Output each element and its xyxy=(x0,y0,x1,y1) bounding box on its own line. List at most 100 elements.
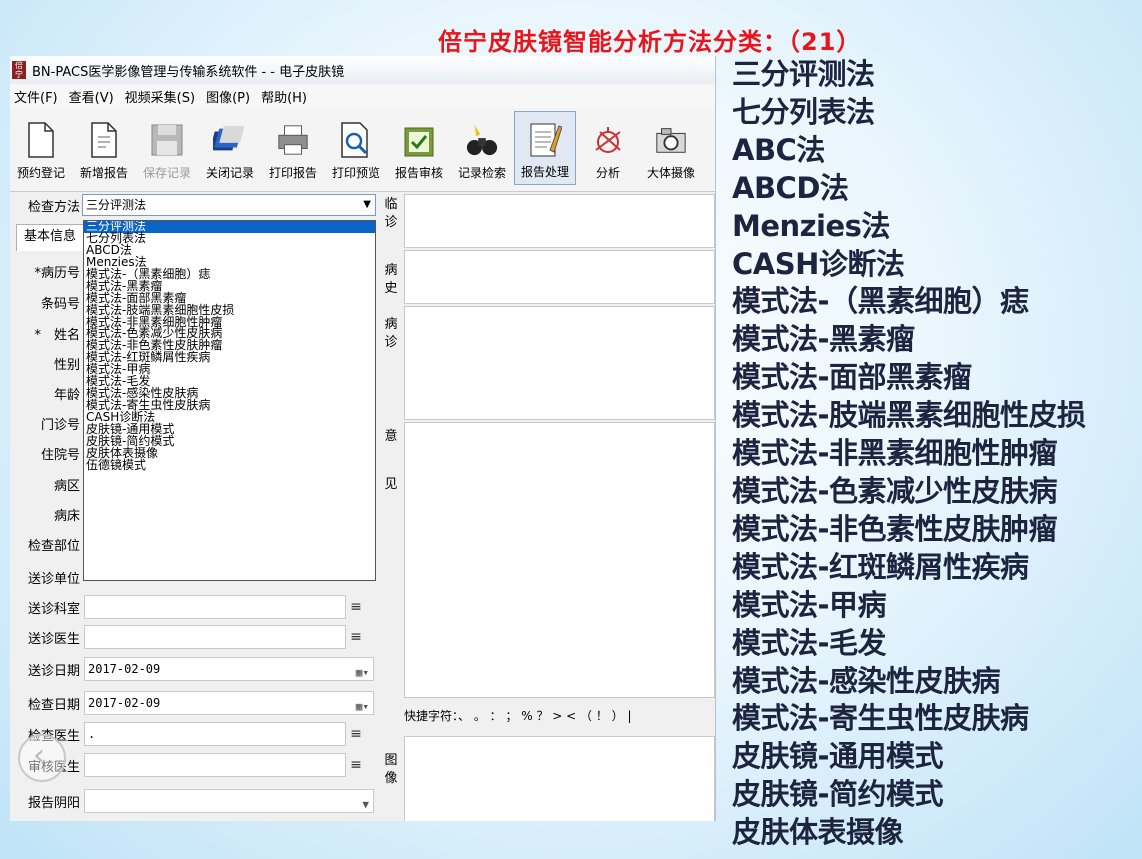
nav-back-button[interactable] xyxy=(18,734,66,782)
field-label: 送诊单位 xyxy=(27,571,80,587)
exam-method-row: 检查方法 xyxy=(10,192,84,218)
list-picker-icon[interactable]: ≡ xyxy=(346,757,366,773)
toolbar-button-label: 保存记录 xyxy=(142,166,191,180)
field-label: * 姓名 xyxy=(34,327,80,343)
toolbar-button[interactable]: 报告处理 xyxy=(514,111,576,185)
toolbar-button[interactable]: 新增报告 xyxy=(73,111,135,185)
method-item: 模式法-非色素性皮肤肿瘤 xyxy=(732,511,1058,546)
field-row-exam-date: 检查日期 2017-02-09 ▦▾ xyxy=(10,690,374,716)
clinical-label: 临诊 xyxy=(384,197,398,230)
report-pane: 临诊 病史 病诊 意 见 快捷字符：、 。 ： ； % ？ > < （ ！ ） … xyxy=(382,192,715,821)
toolbar-button-label: 关闭记录 xyxy=(205,166,254,180)
field-row-exam-part: 检查部位 xyxy=(10,531,84,557)
toolbar-button[interactable]: 分析 xyxy=(577,111,639,185)
dropdown-arrow-icon[interactable]: ▼ xyxy=(362,794,369,816)
notepad-pencil-icon xyxy=(528,119,562,159)
method-item: 模式法-红斑鳞屑性疾病 xyxy=(732,549,1029,584)
send-doctor-field[interactable] xyxy=(84,625,346,649)
method-item: 模式法-色素减少性皮肤病 xyxy=(732,473,1058,508)
method-item: Menzies法 xyxy=(732,208,890,243)
field-label: 报告阴阳 xyxy=(27,795,80,811)
toolbar-button[interactable]: 记录检索 xyxy=(451,111,513,185)
toolbar: 预约登记 新增报告 保存记录 关闭记录 打印报告 打印预览 报告审核 记录检索 报告处理 分析 大体… xyxy=(10,108,715,192)
menu-item[interactable]: 视频采集(S) xyxy=(121,87,202,106)
list-picker-icon[interactable]: ≡ xyxy=(346,629,366,645)
report-result-field[interactable]: ▼ xyxy=(84,789,374,813)
toolbar-button-label: 记录检索 xyxy=(457,166,506,180)
field-row-send-date: 送诊日期 2017-02-09 ▦▾ xyxy=(10,656,374,682)
exam-method-value: 三分评测法 xyxy=(86,198,147,212)
method-item: 模式法-寄生虫性皮肤病 xyxy=(732,701,1029,736)
dropdown-arrow-icon[interactable]: ▼ xyxy=(363,195,371,215)
binoculars-icon xyxy=(465,120,499,160)
field-row-report-result: 报告阴阳 ▼ xyxy=(10,788,374,814)
close-books-icon xyxy=(213,120,247,160)
image-label: 图像 xyxy=(384,753,398,786)
dropdown-option[interactable]: 伍德镜模式 xyxy=(84,459,375,472)
method-item: ABCD法 xyxy=(732,170,849,205)
method-item: 模式法-黑素瘤 xyxy=(732,322,915,357)
toolbar-button[interactable]: 关闭记录 xyxy=(199,111,261,185)
list-picker-icon[interactable]: ≡ xyxy=(346,599,366,615)
exam-doctor-field[interactable]: . xyxy=(84,722,346,746)
field-row-send-dept: 送诊科室 ≡ xyxy=(10,594,366,620)
review-doctor-field[interactable] xyxy=(84,753,346,777)
history-textarea[interactable] xyxy=(404,250,715,304)
list-picker-icon[interactable]: ≡ xyxy=(346,726,366,742)
toolbar-button[interactable]: 大体摄像 xyxy=(640,111,702,185)
diagnosis-textarea[interactable] xyxy=(404,306,715,420)
slide-title: 倍宁皮肤镜智能分析方法分类：（21） xyxy=(438,28,862,56)
toolbar-button-label: 大体摄像 xyxy=(646,166,695,180)
menu-item[interactable]: 图像(P) xyxy=(202,87,257,106)
shortcut-chars[interactable]: 快捷字符：、 。 ： ； % ？ > < （ ！ ） | xyxy=(404,707,632,724)
toolbar-button-label: 打印预览 xyxy=(331,166,380,180)
menu-item[interactable]: 文件(F) xyxy=(10,87,65,106)
toolbar-button-label: 预约登记 xyxy=(16,166,65,180)
title-bar: 倍宁医学 BN-PACS医学影像管理与传输系统软件 - - 电子皮肤镜 xyxy=(10,56,715,84)
field-label: 性别 xyxy=(53,357,80,373)
field-label: 送诊科室 xyxy=(27,601,80,617)
opinion-textarea[interactable] xyxy=(404,422,715,698)
field-label: 送诊日期 xyxy=(27,663,80,679)
toolbar-button-label: 打印报告 xyxy=(268,166,317,180)
toolbar-button[interactable]: 打印报告 xyxy=(262,111,324,185)
field-row-age: 年龄 xyxy=(10,380,84,406)
calendar-icon[interactable]: ▦▾ xyxy=(356,696,369,718)
field-row-send-doctor: 送诊医生 ≡ xyxy=(10,624,366,650)
field-label: 年龄 xyxy=(53,387,80,403)
toolbar-button[interactable]: 打印预览 xyxy=(325,111,387,185)
method-item: 三分评测法 xyxy=(732,57,875,91)
exam-method-select[interactable]: 三分评测法 ▼ xyxy=(82,194,376,216)
field-label: 检查日期 xyxy=(27,697,80,713)
toolbar-button[interactable]: 报告审核 xyxy=(388,111,450,185)
menu-item[interactable]: 帮助(H) xyxy=(257,87,314,106)
field-label: 送诊医生 xyxy=(27,631,80,647)
image-area[interactable] xyxy=(404,736,715,821)
exam-method-dropdown: 三分评测法 七分列表法 ABCD法 Menzies法 模式法-（黑素细胞）痣 模式法-黑素… xyxy=(83,220,376,581)
diagnosis-label: 病诊 xyxy=(384,317,398,350)
toolbar-button[interactable]: 保存记录 xyxy=(136,111,198,185)
method-item: CASH诊断法 xyxy=(732,246,905,281)
toolbar-button[interactable]: 预约登记 xyxy=(10,111,72,185)
blank-page-icon xyxy=(24,120,58,160)
send-date-field[interactable]: 2017-02-09 ▦▾ xyxy=(84,657,374,681)
toolbar-button-label: 报告审核 xyxy=(394,166,443,180)
menu-item[interactable]: 查看(V) xyxy=(65,87,121,106)
field-row-clinic-no: 门诊号 xyxy=(10,410,84,436)
field-label: 检查部位 xyxy=(27,538,80,554)
tab-basic-info[interactable]: 基本信息 xyxy=(16,224,84,251)
analysis-icon xyxy=(591,120,625,160)
exam-date-field[interactable]: 2017-02-09 ▦▾ xyxy=(84,691,374,715)
method-item: 皮肤镜-简约模式 xyxy=(732,777,944,812)
magnifier-page-icon xyxy=(339,120,373,160)
send-dept-field[interactable] xyxy=(84,595,346,619)
field-value: 2017-02-09 xyxy=(88,662,161,676)
method-item: 七分列表法 xyxy=(732,94,875,129)
field-row-bed: 病床 xyxy=(10,501,84,527)
toolbar-button-label: 新增报告 xyxy=(79,166,128,180)
printer-icon xyxy=(276,120,310,160)
clinical-textarea[interactable] xyxy=(404,194,715,248)
calendar-icon[interactable]: ▦▾ xyxy=(356,662,369,684)
field-row-inpatient-no: 住院号 xyxy=(10,440,84,466)
method-item: 模式法-面部黑素瘤 xyxy=(732,360,972,395)
